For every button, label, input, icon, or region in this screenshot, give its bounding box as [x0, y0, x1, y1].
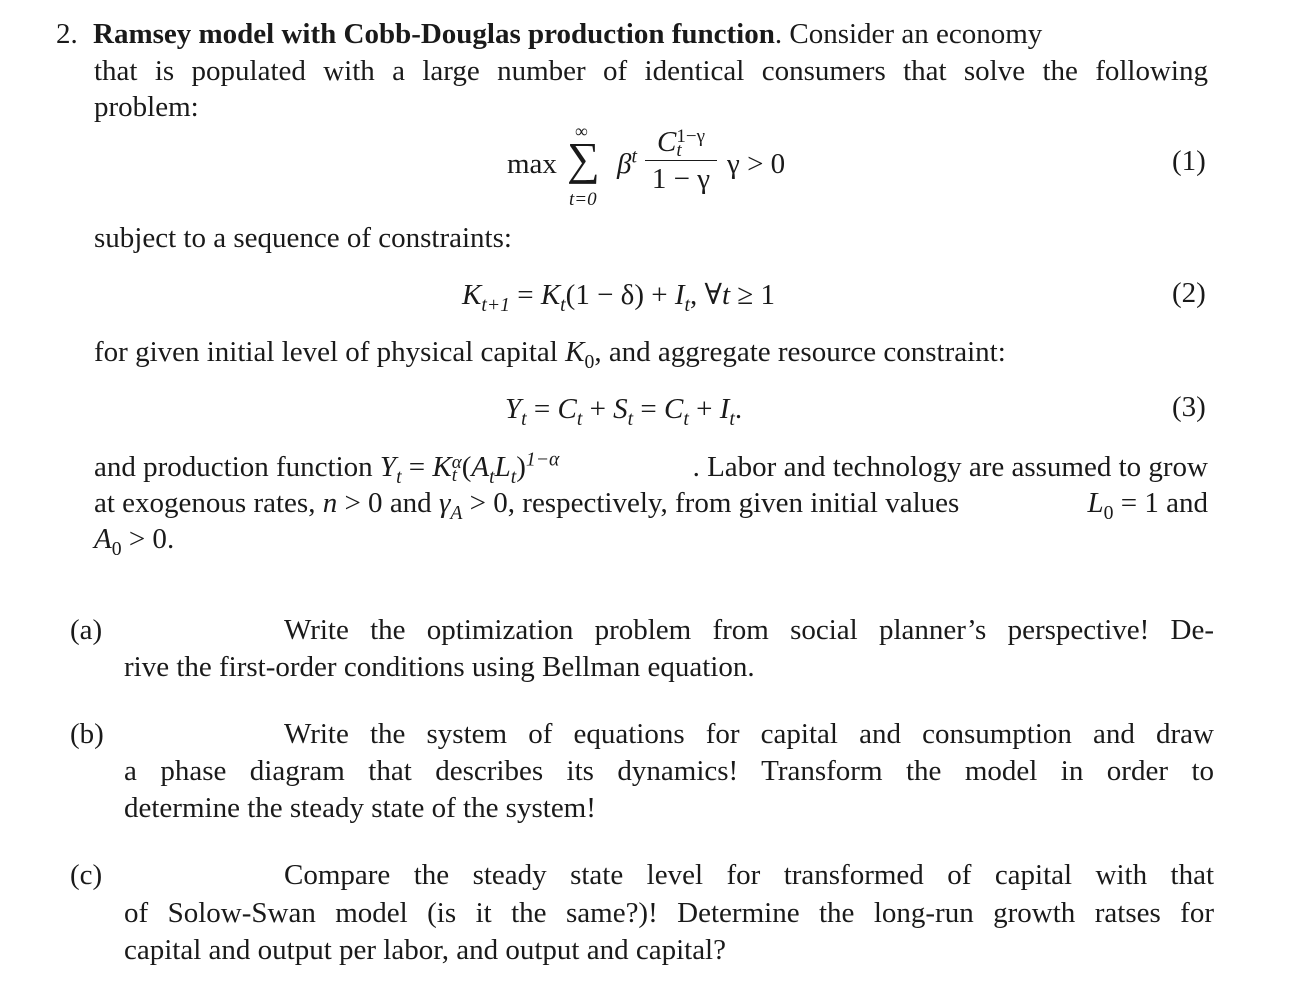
eq1-denominator: 1 − γ: [651, 163, 711, 196]
a0-symbol: A: [94, 523, 112, 555]
eq3-c: C: [557, 393, 577, 425]
equation-2: Kt+1 = Kt(1 − δ) + It, ∀t ≥ 1: [462, 277, 776, 316]
paren-close: ): [516, 451, 526, 483]
eq1-beta: βt: [617, 145, 637, 181]
for-given-line: for given initial level of physical capi…: [94, 334, 1006, 373]
eq3-plus2: +: [688, 393, 720, 425]
equation-3: Yt = Ct + St = Ct + It.: [505, 391, 743, 429]
for-given-pre: for given initial level of physical capi…: [94, 336, 566, 368]
part-c-line1: Compare the steady state level for trans…: [284, 859, 1214, 891]
rates-mid: , respectively, from given initial value…: [507, 487, 960, 519]
intro-line3: problem:: [94, 91, 199, 123]
eq2-eq: =: [509, 279, 541, 311]
summation-icon: ∑: [567, 133, 600, 184]
eq3-plus1: +: [582, 393, 614, 425]
eq1-sum-lower: t=0: [569, 189, 597, 210]
k0-symbol: K: [565, 336, 585, 368]
rates-line: at exogenous rates, n > 0 and γA > 0, re…: [94, 485, 1208, 524]
eq2-k-sub: t+1: [481, 293, 510, 316]
equation-number-2: (2): [1172, 277, 1206, 309]
eq1-max: max: [507, 148, 557, 180]
eq1-beta-symbol: β: [617, 148, 632, 180]
prod-eq: =: [401, 451, 433, 483]
n-gt0: > 0: [337, 487, 383, 519]
problem-header-line: 2. Ramsey model with Cobb-Douglas produc…: [56, 16, 1208, 52]
paren-open: (: [461, 451, 472, 483]
l0-symbol: L: [1087, 487, 1104, 519]
eq3-i: I: [719, 393, 730, 425]
at-symbol: A: [471, 451, 490, 483]
part-b-line2: a phase diagram that describes its dynam…: [124, 755, 1214, 787]
part-c-label: (c): [70, 859, 103, 891]
equation-number-3: (3): [1172, 391, 1206, 423]
eq3-y: Y: [505, 393, 522, 425]
intro-line1-rest: . Consider an economy: [774, 18, 1043, 50]
n-symbol: n: [322, 487, 338, 519]
prod-pre: and production function: [94, 451, 380, 483]
part-b-label: (b): [70, 718, 104, 750]
subject-to-text: subject to a sequence of constraints:: [94, 222, 512, 254]
eq3-s: S: [613, 393, 628, 425]
k0-sub: 0: [584, 350, 595, 373]
rates-pre: at exogenous rates,: [94, 487, 323, 519]
part-b-line1: Write the system of equations for capita…: [284, 718, 1214, 750]
rates-right: L0 = 1 and: [1087, 485, 1208, 524]
part-b-line3: determine the steady state of the system…: [124, 792, 596, 824]
eq1-numerator: C 1−γ t: [645, 126, 717, 160]
eq3-eq2: =: [633, 393, 665, 425]
part-a-line1: Write the optimization problem from soci…: [284, 614, 1214, 646]
eq2-geq: ≥ 1: [730, 279, 776, 311]
eq2-forall: , ∀: [690, 279, 723, 311]
yt-symbol: Y: [379, 451, 397, 483]
part-c-line2: of Solow-Swan model (is it the same?)! D…: [124, 897, 1214, 929]
lt-symbol: L: [494, 451, 511, 483]
part-a-line2: rive the first-order conditions using Be…: [124, 651, 755, 683]
production-line: and production function Yt = Kα t (AtLt)1−…: [94, 448, 1208, 486]
rates-end: and: [1158, 487, 1208, 519]
eq1-condition: γ > 0: [727, 148, 786, 180]
production-left: and production function Yt = Kα t (AtLt)1−…: [94, 448, 560, 486]
rates-left: at exogenous rates, n > 0 and γA > 0, re…: [94, 485, 960, 524]
problem-title: Ramsey model with Cobb-Douglas productio…: [93, 18, 775, 50]
gamma-a-symbol: γ: [438, 487, 451, 519]
prod-post: . Labor and technology are assumed to gr…: [692, 451, 1208, 483]
eq3-period: .: [734, 393, 743, 425]
a0-sub: 0: [111, 537, 122, 560]
eq2-depr: (1 − δ) +: [565, 279, 675, 311]
problem-number: 2.: [56, 18, 78, 50]
a0-gt0: > 0: [121, 523, 167, 555]
eq1-fraction: C 1−γ t 1 − γ: [645, 126, 717, 195]
gamma-gt0: > 0: [462, 487, 508, 519]
eq2-t: t: [722, 279, 731, 311]
eq1-num-base: C: [657, 126, 677, 158]
gamma-a-sub: A: [450, 501, 463, 524]
equation-number-1: (1): [1172, 145, 1206, 177]
eq3-c2: C: [664, 393, 684, 425]
l0-sub: 0: [1103, 501, 1114, 524]
for-given-post: , and aggregate resource constraint:: [594, 336, 1006, 368]
eq2-kt: K: [540, 279, 561, 311]
intro-line2: that is populated with a large number of…: [94, 55, 1208, 87]
a0-end: .: [166, 523, 175, 555]
l0-val: = 1: [1113, 487, 1159, 519]
eq2-i: I: [674, 279, 685, 311]
kt-symbol: K: [432, 451, 452, 483]
equation-1: max ∞ ∑ t=0 βt C 1−γ t 1 − γ γ > 0: [505, 122, 825, 214]
part-a-label: (a): [70, 614, 103, 646]
eq3-eq1: =: [526, 393, 558, 425]
rates-and: and: [382, 487, 439, 519]
eq2-k: K: [462, 279, 482, 311]
part-c-line3: capital and output per labor, and output…: [124, 934, 726, 966]
eq1-beta-exp: t: [631, 145, 637, 168]
prod-exp: 1−α: [525, 448, 560, 471]
a0-line: A0 > 0.: [94, 521, 175, 560]
